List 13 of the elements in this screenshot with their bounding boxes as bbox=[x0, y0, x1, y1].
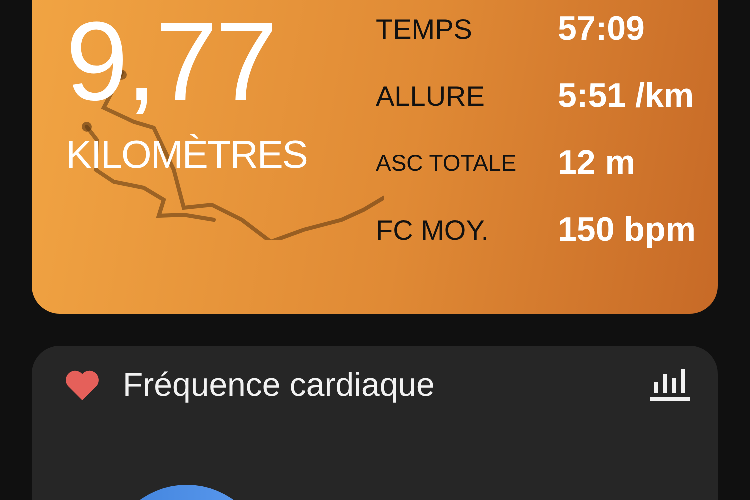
stat-value: 5:51 /km bbox=[558, 77, 696, 116]
stat-label: ALLURE bbox=[376, 80, 486, 112]
distance-unit: KILOMÈTRES bbox=[66, 134, 308, 178]
stat-label: ASC TOTALE bbox=[376, 150, 518, 177]
bar-chart-icon[interactable] bbox=[650, 369, 690, 401]
card-title: Fréquence cardiaque bbox=[123, 366, 436, 404]
stat-label: FC MOY. bbox=[376, 214, 490, 246]
distance-value: 9,77 bbox=[66, 6, 277, 118]
stat-label: TEMPS bbox=[376, 14, 474, 46]
stat-value: 57:09 bbox=[558, 10, 646, 49]
stat-value: 12 m bbox=[558, 144, 636, 183]
stat-value: 150 bpm bbox=[558, 211, 696, 250]
heart-icon bbox=[64, 368, 101, 402]
